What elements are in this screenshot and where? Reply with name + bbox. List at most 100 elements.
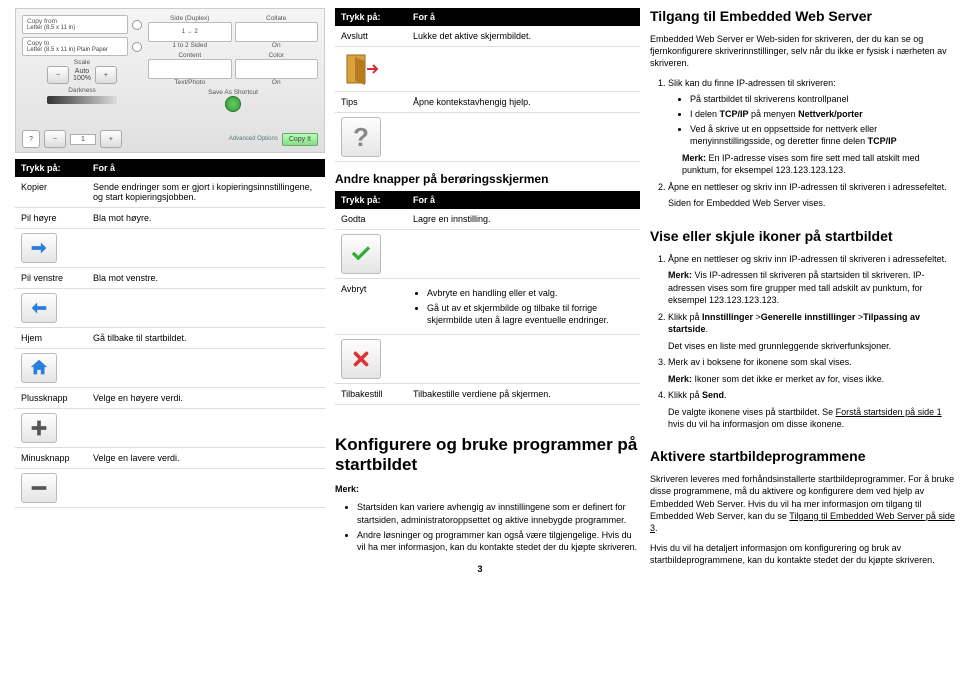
vs-step1: Åpne en nettleser og skriv inn IP-adress… xyxy=(668,254,947,264)
tilbakestill-label: Tilbakestill xyxy=(335,384,407,405)
avbryt-label: Avbryt xyxy=(335,279,407,335)
minus-icon xyxy=(21,473,57,503)
hjem-desc: Gå tilbake til startbildet. xyxy=(87,328,325,349)
side-label: Side (Duplex) xyxy=(148,15,232,22)
side-value: 1 to 2 Sided xyxy=(148,42,232,49)
color-label: Color xyxy=(235,52,319,59)
cancel-icon xyxy=(341,339,381,379)
tips-desc: Åpne kontekstavhengig hjelp. xyxy=(407,92,640,113)
merk-label-3: Merk: xyxy=(668,270,692,280)
merk-label-1: Merk: xyxy=(335,484,359,494)
copy-to-value: Letter (8.5 x 11 in) Plain Paper xyxy=(27,47,123,53)
tab2-head-b: For å xyxy=(407,8,640,26)
arrow-right-icon xyxy=(21,233,57,263)
question-icon: ? xyxy=(341,117,381,157)
ews-step1: Slik kan du finne IP-adressen til skrive… xyxy=(668,78,836,88)
vs-step4-after1: De valgte ikonene vises på startbildet. … xyxy=(668,407,836,417)
ews-step1-b3: Ved å skrive ut en oppsettside for nettv… xyxy=(690,124,897,146)
tab1-head-b: For å xyxy=(87,159,325,177)
vise-skjule-heading: Vise eller skjule ikoner på startbildet xyxy=(650,228,955,244)
copy-from-label: Copy from xyxy=(27,18,123,25)
tab2-head-a: Trykk på: xyxy=(335,8,407,26)
copy-to-radio[interactable] xyxy=(132,42,142,52)
godta-label: Godta xyxy=(335,209,407,230)
pil-hoyre-desc: Bla mot høyre. xyxy=(87,208,325,229)
color-value: On xyxy=(235,79,319,86)
aktivere-p1b: . xyxy=(655,523,658,533)
help-icon[interactable]: ? xyxy=(22,130,40,148)
darkness-slider[interactable] xyxy=(47,96,117,104)
ews-step2-after: Siden for Embedded Web Server vises. xyxy=(668,197,955,209)
save-shortcut-button[interactable] xyxy=(225,96,241,112)
pil-venstre-desc: Bla mot venstre. xyxy=(87,268,325,289)
tab1-head-a: Trykk på: xyxy=(15,159,87,177)
button-table-2: Trykk på: For å Avslutt Lukke det aktive… xyxy=(335,8,640,162)
minus-desc: Velge en lavere verdi. xyxy=(87,448,325,469)
ews-step1-b2: I delen TCP/IP på menyen Nettverk/porter xyxy=(690,109,863,119)
vs-step3-note: Ikoner som det ikke er merket av for, vi… xyxy=(695,374,885,384)
avslutt-desc: Lukke det aktive skjermbildet. xyxy=(407,26,640,47)
button-table-3: Trykk på: For å Godta Lagre en innstilli… xyxy=(335,191,640,405)
count-minus[interactable]: − xyxy=(44,130,66,148)
ews-step1-b1: På startbildet til skriverens kontrollpa… xyxy=(690,93,955,105)
home-icon xyxy=(21,353,57,383)
pil-hoyre-label: Pil høyre xyxy=(15,208,87,229)
side-option[interactable]: 1 → 2 xyxy=(148,22,232,42)
color-option[interactable] xyxy=(235,59,319,79)
tilbakestill-desc: Tilbakestille verdiene på skjermen. xyxy=(407,384,640,405)
count-plus[interactable]: + xyxy=(100,130,122,148)
avbryt-desc2: Gå ut av et skjermbilde og tilbake til f… xyxy=(427,302,634,326)
pil-venstre-label: Pil venstre xyxy=(15,268,87,289)
godta-desc: Lagre en innstilling. xyxy=(407,209,640,230)
save-shortcut-label: Save As Shortcut xyxy=(148,89,318,96)
scale-minus[interactable]: − xyxy=(47,66,69,84)
copy-it-button[interactable]: Copy It xyxy=(282,133,318,146)
collate-label: Collate xyxy=(235,15,319,22)
printer-panel: Copy from Letter (8.5 x 11 in) Copy to L… xyxy=(15,8,325,153)
ews-step2: Åpne en nettleser og skriv inn IP-adress… xyxy=(668,182,947,192)
vs-note1: Vis IP-adressen til skriveren på startsi… xyxy=(668,270,924,305)
kopier-label: Kopier xyxy=(15,177,87,208)
ews-note1: En IP-adresse vises som fire sett med ta… xyxy=(682,153,920,176)
copy-from-radio[interactable] xyxy=(132,20,142,30)
konfig-bullet-1: Startsiden kan variere avhengig av innst… xyxy=(357,501,640,525)
ews-heading: Tilgang til Embedded Web Server xyxy=(650,8,955,24)
darkness-label: Darkness xyxy=(22,87,142,94)
content-value: Text/Photo xyxy=(148,79,232,86)
collate-value: On xyxy=(235,42,319,49)
copy-to-label: Copy to xyxy=(27,40,123,47)
check-icon xyxy=(341,234,381,274)
tab3-head-b: For å xyxy=(407,191,640,209)
tips-label: Tips xyxy=(335,92,407,113)
advanced-options[interactable]: Advanced Options xyxy=(229,136,278,142)
aktivere-heading: Aktivere startbildeprogrammene xyxy=(650,448,955,464)
scale-plus[interactable]: + xyxy=(95,66,117,84)
content-option[interactable] xyxy=(148,59,232,79)
scale-auto: Auto xyxy=(73,68,91,75)
aktivere-p2: Hvis du vil ha detaljert informasjon om … xyxy=(650,542,955,566)
collate-option[interactable] xyxy=(235,22,319,42)
pluss-desc: Velge en høyere verdi. xyxy=(87,388,325,409)
scale-label: Scale xyxy=(22,59,142,66)
vs-step4: Klikk på Send. xyxy=(668,390,727,400)
button-table-1: Trykk på: For å Kopier Sende endringer s… xyxy=(15,159,325,508)
content-label: Content xyxy=(148,52,232,59)
konfigurere-heading: Konfigurere og bruke programmer på start… xyxy=(335,435,640,475)
merk-label-4: Merk: xyxy=(668,374,692,384)
page-number: 3 xyxy=(0,564,960,574)
avbryt-desc1: Avbryte en handling eller et valg. xyxy=(427,287,634,299)
vs-step2: Klikk på Innstillinger >Generelle innsti… xyxy=(668,312,920,335)
andre-knapper-heading: Andre knapper på berøringsskjermen xyxy=(335,172,640,186)
avslutt-label: Avslutt xyxy=(335,26,407,47)
exit-icon xyxy=(341,49,381,89)
plus-icon xyxy=(21,413,57,443)
tab3-head-a: Trykk på: xyxy=(335,191,407,209)
merk-label-2: Merk: xyxy=(682,153,706,163)
minus-label: Minusknapp xyxy=(15,448,87,469)
vs-step4-after2: hvis du vil ha informasjon om disse ikon… xyxy=(668,419,844,429)
scale-value: 100% xyxy=(73,75,91,82)
vs-step4-link[interactable]: Forstå startsiden på side 1 xyxy=(836,407,942,417)
hjem-label: Hjem xyxy=(15,328,87,349)
kopier-desc: Sende endringer som er gjort i kopiering… xyxy=(87,177,325,208)
arrow-left-icon xyxy=(21,293,57,323)
